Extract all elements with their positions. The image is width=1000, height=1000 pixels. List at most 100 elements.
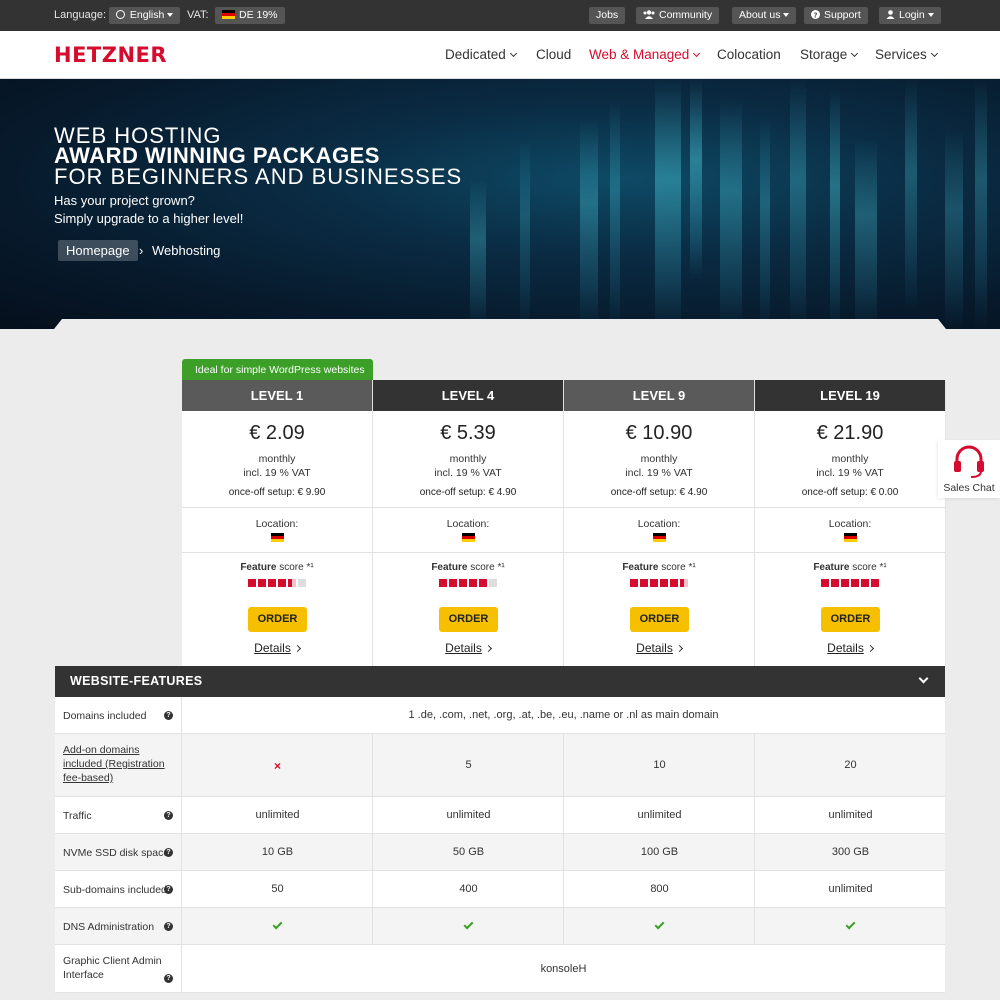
divider [564, 507, 754, 508]
breadcrumb-home[interactable]: Homepage [58, 240, 138, 261]
light-beam [720, 99, 742, 329]
help-icon[interactable]: ? [164, 885, 173, 894]
light-beam [520, 139, 530, 329]
top-bar: Language: English VAT: DE 19% Jobs Commu… [0, 0, 1000, 31]
hetzner-logo[interactable]: HETZNER [54, 43, 167, 67]
jobs-link[interactable]: Jobs [589, 7, 626, 24]
caret-down-icon [927, 13, 934, 18]
light-beam [790, 79, 806, 329]
feature-value: 800 [650, 883, 669, 895]
chevron-right-icon [293, 644, 301, 653]
light-beam [945, 129, 963, 329]
nav-label: Colocation [717, 47, 781, 62]
details-link[interactable]: Details [373, 641, 563, 655]
feature-row: Domains included? 1 .de, .com, .net, .org… [55, 697, 945, 734]
score-segment [258, 579, 266, 587]
feature-row: Traffic? unlimited unlimited unlimited unlim… [55, 797, 945, 834]
plan-price: € 2.09 [249, 422, 305, 444]
order-button[interactable]: ORDER [439, 607, 498, 632]
details-link[interactable]: Details [564, 641, 754, 655]
score-segment [459, 579, 467, 587]
score-segment [489, 579, 497, 587]
feature-row: Add-on domains included (Registration fe… [55, 734, 945, 797]
germany-flag-icon [222, 10, 235, 19]
help-icon[interactable]: ? [164, 811, 173, 820]
hero-banner: WEB HOSTING AWARD WINNING PACKAGES FOR B… [0, 79, 1000, 329]
feature-label[interactable]: Add-on domains included (Registration fe… [63, 743, 173, 785]
order-button[interactable]: ORDER [248, 607, 307, 632]
order-button[interactable]: ORDER [630, 607, 689, 632]
nav-storage[interactable]: Storage [800, 47, 859, 62]
nav-colocation[interactable]: Colocation [717, 47, 781, 62]
divider [182, 507, 372, 508]
sales-chat-widget[interactable]: Sales Chat [938, 440, 1000, 498]
feature-score-bold: Feature [240, 562, 277, 573]
chevron-down-icon [918, 673, 929, 684]
score-segment [469, 579, 477, 587]
score-segment [248, 579, 256, 587]
score-segment [479, 579, 487, 587]
feature-value: 50 GB [452, 846, 485, 858]
score-segment [680, 579, 688, 587]
feature-value: unlimited [255, 809, 300, 821]
login-label: Login [899, 9, 925, 21]
hero-text-1: Has your project grown? [54, 193, 195, 208]
help-icon[interactable]: ? [164, 974, 173, 983]
help-icon[interactable]: ? [164, 848, 173, 857]
divider [373, 552, 563, 553]
plan-period: monthly [640, 453, 678, 465]
website-features-header[interactable]: WEBSITE-FEATURES [55, 666, 945, 697]
plan-price: € 10.90 [625, 422, 693, 444]
score-segment [298, 579, 306, 587]
question-icon: ? [811, 10, 820, 19]
feature-value: 1 .de, .com, .net, .org, .at, .be, .eu, … [408, 709, 719, 721]
nav-cloud[interactable]: Cloud [536, 47, 571, 62]
germany-flag-icon [653, 533, 666, 542]
nav-dedicated[interactable]: Dedicated [445, 47, 517, 62]
feature-label: Graphic Client Admin Interface [63, 955, 162, 981]
feature-score-bar [821, 579, 881, 587]
divider [182, 552, 372, 553]
language-label: Language: [54, 9, 106, 21]
score-segment [449, 579, 457, 587]
plan-setup-fee: once-off setup: € 9.90 [228, 487, 326, 498]
feature-row: Sub-domains included? 50 400 800 unlimited [55, 871, 945, 908]
language-select[interactable]: English [109, 7, 181, 24]
main-header: HETZNER Dedicated Cloud Web & Managed Co… [0, 31, 1000, 79]
nav-web-managed[interactable]: Web & Managed [589, 47, 701, 62]
feature-value: 5 [465, 759, 472, 771]
light-beam [975, 79, 987, 329]
support-link[interactable]: ? Support [804, 7, 868, 24]
details-link[interactable]: Details [182, 641, 372, 655]
light-beam [655, 79, 681, 329]
feature-label: DNS Administration [63, 920, 155, 933]
divider [755, 507, 945, 508]
help-icon[interactable]: ? [164, 711, 173, 720]
feature-value: unlimited [446, 809, 491, 821]
nav-label: Services [875, 47, 927, 62]
chevron-down-icon [509, 49, 517, 58]
about-us-menu[interactable]: About us [732, 7, 797, 24]
language-value: English [129, 9, 165, 21]
vat-select[interactable]: DE 19% [215, 7, 285, 24]
community-link[interactable]: Community [636, 7, 720, 24]
chevron-right-icon [675, 644, 683, 653]
plan-vat: incl. 19 % VAT [816, 467, 884, 479]
chevron-right-icon [866, 644, 874, 653]
login-menu[interactable]: Login [879, 7, 941, 24]
score-segment [670, 579, 678, 587]
help-icon[interactable]: ? [164, 922, 173, 931]
feature-value: 10 GB [261, 846, 294, 858]
order-button[interactable]: ORDER [821, 607, 880, 632]
nav-label: Storage [800, 47, 848, 62]
details-link[interactable]: Details [755, 641, 945, 655]
nav-services[interactable]: Services [875, 47, 938, 62]
plan-column: LEVEL 9 € 10.90 monthly incl. 19 % VAT once-… [564, 380, 755, 666]
community-label: Community [659, 9, 713, 21]
feature-value: 50 [271, 883, 284, 895]
plan-column: LEVEL 19 € 21.90 monthly incl. 19 % VAT once… [755, 380, 946, 666]
support-label: Support [824, 9, 861, 21]
feature-score-bold: Feature [431, 562, 468, 573]
score-segment [439, 579, 447, 587]
nav-label: Dedicated [445, 47, 506, 62]
